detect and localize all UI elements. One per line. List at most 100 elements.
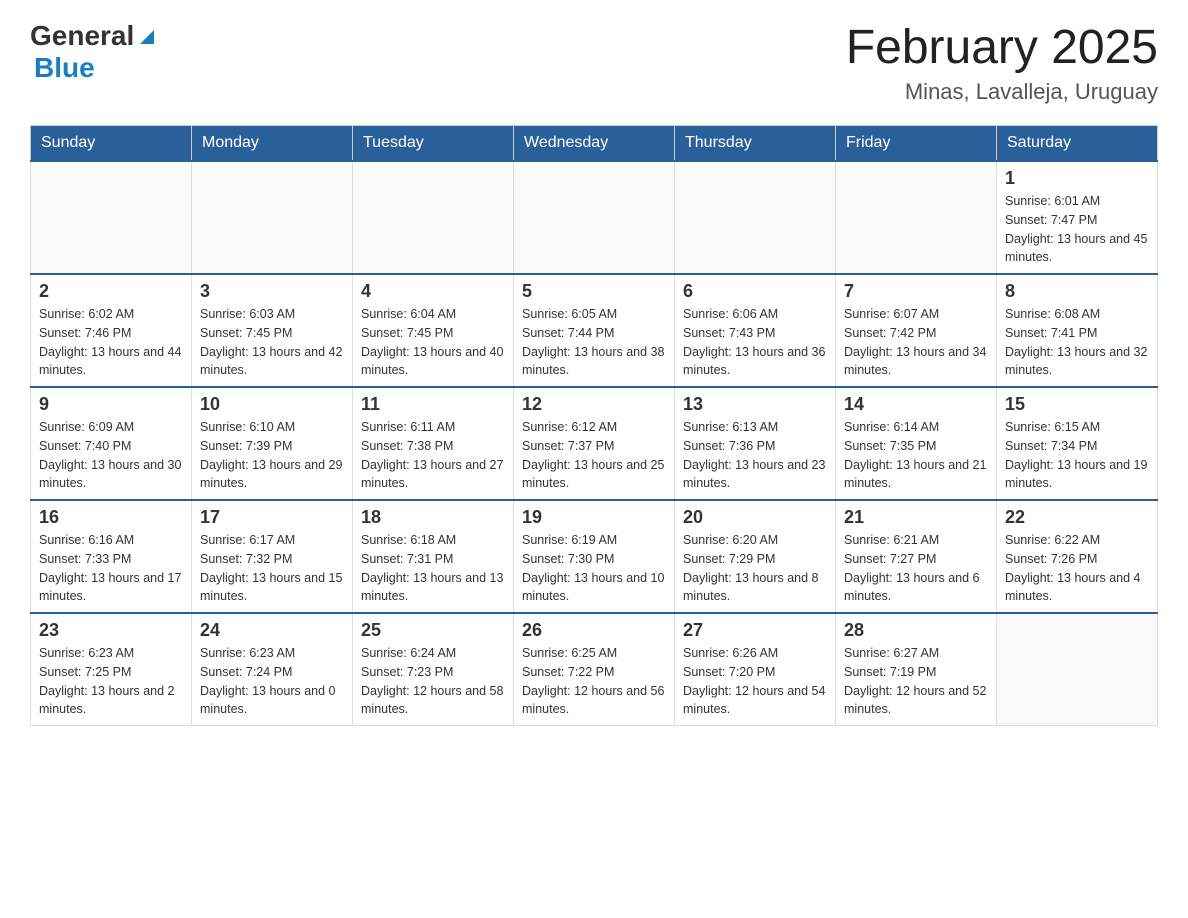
day-info: Sunrise: 6:05 AMSunset: 7:44 PMDaylight:… xyxy=(522,307,664,377)
week-row-2: 2 Sunrise: 6:02 AMSunset: 7:46 PMDayligh… xyxy=(31,274,1158,387)
calendar-cell: 3 Sunrise: 6:03 AMSunset: 7:45 PMDayligh… xyxy=(192,274,353,387)
day-info: Sunrise: 6:26 AMSunset: 7:20 PMDaylight:… xyxy=(683,646,825,716)
calendar-cell: 13 Sunrise: 6:13 AMSunset: 7:36 PMDaylig… xyxy=(675,387,836,500)
calendar-cell: 23 Sunrise: 6:23 AMSunset: 7:25 PMDaylig… xyxy=(31,613,192,726)
day-number: 8 xyxy=(1005,281,1149,302)
day-info: Sunrise: 6:15 AMSunset: 7:34 PMDaylight:… xyxy=(1005,420,1147,490)
day-number: 9 xyxy=(39,394,183,415)
day-number: 1 xyxy=(1005,168,1149,189)
calendar-cell: 21 Sunrise: 6:21 AMSunset: 7:27 PMDaylig… xyxy=(836,500,997,613)
header-saturday: Saturday xyxy=(997,126,1158,162)
week-row-4: 16 Sunrise: 6:16 AMSunset: 7:33 PMDaylig… xyxy=(31,500,1158,613)
calendar-cell xyxy=(31,161,192,274)
day-info: Sunrise: 6:23 AMSunset: 7:24 PMDaylight:… xyxy=(200,646,336,716)
header-sunday: Sunday xyxy=(31,126,192,162)
day-info: Sunrise: 6:10 AMSunset: 7:39 PMDaylight:… xyxy=(200,420,342,490)
day-number: 12 xyxy=(522,394,666,415)
calendar-cell: 2 Sunrise: 6:02 AMSunset: 7:46 PMDayligh… xyxy=(31,274,192,387)
logo-general-text: General xyxy=(30,20,134,52)
day-number: 7 xyxy=(844,281,988,302)
day-number: 23 xyxy=(39,620,183,641)
day-number: 4 xyxy=(361,281,505,302)
day-info: Sunrise: 6:13 AMSunset: 7:36 PMDaylight:… xyxy=(683,420,825,490)
day-number: 3 xyxy=(200,281,344,302)
day-number: 2 xyxy=(39,281,183,302)
calendar-cell: 9 Sunrise: 6:09 AMSunset: 7:40 PMDayligh… xyxy=(31,387,192,500)
week-row-5: 23 Sunrise: 6:23 AMSunset: 7:25 PMDaylig… xyxy=(31,613,1158,726)
day-info: Sunrise: 6:04 AMSunset: 7:45 PMDaylight:… xyxy=(361,307,503,377)
calendar-cell: 14 Sunrise: 6:14 AMSunset: 7:35 PMDaylig… xyxy=(836,387,997,500)
calendar-table: Sunday Monday Tuesday Wednesday Thursday… xyxy=(30,125,1158,726)
day-number: 11 xyxy=(361,394,505,415)
day-number: 26 xyxy=(522,620,666,641)
calendar-cell xyxy=(836,161,997,274)
calendar-cell: 12 Sunrise: 6:12 AMSunset: 7:37 PMDaylig… xyxy=(514,387,675,500)
day-info: Sunrise: 6:08 AMSunset: 7:41 PMDaylight:… xyxy=(1005,307,1147,377)
day-info: Sunrise: 6:24 AMSunset: 7:23 PMDaylight:… xyxy=(361,646,503,716)
day-number: 5 xyxy=(522,281,666,302)
calendar-cell: 10 Sunrise: 6:10 AMSunset: 7:39 PMDaylig… xyxy=(192,387,353,500)
header-tuesday: Tuesday xyxy=(353,126,514,162)
day-number: 16 xyxy=(39,507,183,528)
calendar-cell: 28 Sunrise: 6:27 AMSunset: 7:19 PMDaylig… xyxy=(836,613,997,726)
day-number: 21 xyxy=(844,507,988,528)
calendar-cell xyxy=(675,161,836,274)
calendar-cell: 24 Sunrise: 6:23 AMSunset: 7:24 PMDaylig… xyxy=(192,613,353,726)
day-info: Sunrise: 6:01 AMSunset: 7:47 PMDaylight:… xyxy=(1005,194,1147,264)
day-info: Sunrise: 6:14 AMSunset: 7:35 PMDaylight:… xyxy=(844,420,986,490)
header-thursday: Thursday xyxy=(675,126,836,162)
day-number: 24 xyxy=(200,620,344,641)
title-section: February 2025 Minas, Lavalleja, Uruguay xyxy=(846,20,1158,105)
day-info: Sunrise: 6:12 AMSunset: 7:37 PMDaylight:… xyxy=(522,420,664,490)
calendar-cell: 6 Sunrise: 6:06 AMSunset: 7:43 PMDayligh… xyxy=(675,274,836,387)
day-info: Sunrise: 6:22 AMSunset: 7:26 PMDaylight:… xyxy=(1005,533,1141,603)
day-number: 18 xyxy=(361,507,505,528)
week-row-3: 9 Sunrise: 6:09 AMSunset: 7:40 PMDayligh… xyxy=(31,387,1158,500)
header-wednesday: Wednesday xyxy=(514,126,675,162)
day-info: Sunrise: 6:17 AMSunset: 7:32 PMDaylight:… xyxy=(200,533,342,603)
day-info: Sunrise: 6:09 AMSunset: 7:40 PMDaylight:… xyxy=(39,420,181,490)
calendar-cell: 17 Sunrise: 6:17 AMSunset: 7:32 PMDaylig… xyxy=(192,500,353,613)
day-number: 13 xyxy=(683,394,827,415)
day-info: Sunrise: 6:19 AMSunset: 7:30 PMDaylight:… xyxy=(522,533,664,603)
day-number: 15 xyxy=(1005,394,1149,415)
day-number: 28 xyxy=(844,620,988,641)
header-monday: Monday xyxy=(192,126,353,162)
day-info: Sunrise: 6:18 AMSunset: 7:31 PMDaylight:… xyxy=(361,533,503,603)
day-number: 17 xyxy=(200,507,344,528)
header-friday: Friday xyxy=(836,126,997,162)
day-number: 25 xyxy=(361,620,505,641)
logo-row1: General xyxy=(30,20,158,52)
logo: General Blue xyxy=(30,20,158,84)
month-title: February 2025 xyxy=(846,20,1158,75)
calendar-cell: 11 Sunrise: 6:11 AMSunset: 7:38 PMDaylig… xyxy=(353,387,514,500)
calendar-cell: 26 Sunrise: 6:25 AMSunset: 7:22 PMDaylig… xyxy=(514,613,675,726)
day-info: Sunrise: 6:27 AMSunset: 7:19 PMDaylight:… xyxy=(844,646,986,716)
logo-blue-text: Blue xyxy=(34,52,95,84)
calendar-cell: 1 Sunrise: 6:01 AMSunset: 7:47 PMDayligh… xyxy=(997,161,1158,274)
day-number: 19 xyxy=(522,507,666,528)
calendar-cell: 16 Sunrise: 6:16 AMSunset: 7:33 PMDaylig… xyxy=(31,500,192,613)
location-title: Minas, Lavalleja, Uruguay xyxy=(846,79,1158,105)
day-info: Sunrise: 6:21 AMSunset: 7:27 PMDaylight:… xyxy=(844,533,980,603)
day-number: 20 xyxy=(683,507,827,528)
day-number: 22 xyxy=(1005,507,1149,528)
day-number: 14 xyxy=(844,394,988,415)
day-info: Sunrise: 6:25 AMSunset: 7:22 PMDaylight:… xyxy=(522,646,664,716)
day-info: Sunrise: 6:07 AMSunset: 7:42 PMDaylight:… xyxy=(844,307,986,377)
calendar-cell xyxy=(192,161,353,274)
calendar-cell xyxy=(997,613,1158,726)
page-header: General Blue February 2025 Minas, Lavall… xyxy=(30,20,1158,105)
day-number: 6 xyxy=(683,281,827,302)
calendar-cell: 19 Sunrise: 6:19 AMSunset: 7:30 PMDaylig… xyxy=(514,500,675,613)
calendar-cell: 7 Sunrise: 6:07 AMSunset: 7:42 PMDayligh… xyxy=(836,274,997,387)
calendar-cell: 22 Sunrise: 6:22 AMSunset: 7:26 PMDaylig… xyxy=(997,500,1158,613)
week-row-1: 1 Sunrise: 6:01 AMSunset: 7:47 PMDayligh… xyxy=(31,161,1158,274)
day-info: Sunrise: 6:16 AMSunset: 7:33 PMDaylight:… xyxy=(39,533,181,603)
calendar-cell: 4 Sunrise: 6:04 AMSunset: 7:45 PMDayligh… xyxy=(353,274,514,387)
weekday-header-row: Sunday Monday Tuesday Wednesday Thursday… xyxy=(31,126,1158,162)
calendar-cell: 20 Sunrise: 6:20 AMSunset: 7:29 PMDaylig… xyxy=(675,500,836,613)
calendar-cell: 15 Sunrise: 6:15 AMSunset: 7:34 PMDaylig… xyxy=(997,387,1158,500)
day-info: Sunrise: 6:02 AMSunset: 7:46 PMDaylight:… xyxy=(39,307,181,377)
day-info: Sunrise: 6:20 AMSunset: 7:29 PMDaylight:… xyxy=(683,533,819,603)
